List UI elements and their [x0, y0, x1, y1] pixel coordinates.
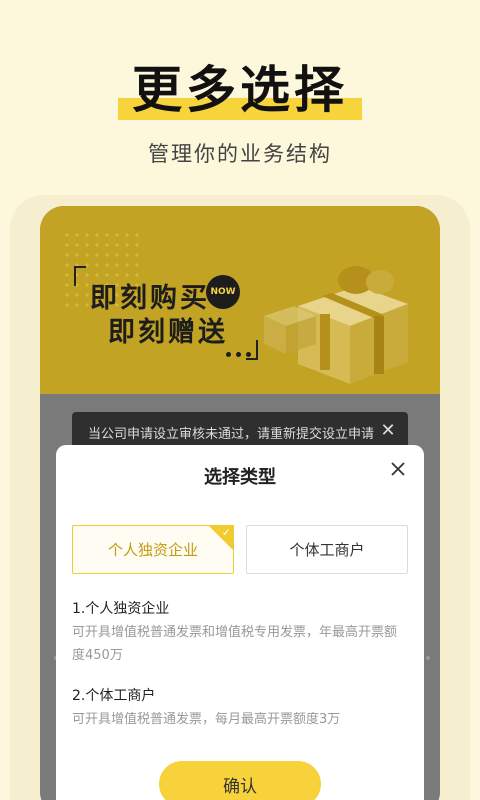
option-sole-proprietorship[interactable]: 个人独资企业 ✓ [72, 525, 234, 574]
close-icon[interactable]: ✕ [378, 421, 398, 441]
confirm-button[interactable]: 确认 [159, 761, 321, 800]
option-label: 个体工商户 [289, 541, 365, 559]
option-label: 个人独资企业 [107, 541, 198, 559]
headline: 更多选择 [118, 50, 362, 122]
close-icon[interactable] [386, 457, 410, 481]
gift-box-icon [264, 266, 408, 384]
decor-dot [426, 656, 430, 660]
toast-message: 当公司申请设立审核未通过，请重新提交设立申请 [88, 426, 375, 442]
desc-text-2: 可开具增值税普通发票，每月最高开票额度3万 [72, 712, 341, 727]
headline-wrap: 更多选择 [0, 50, 480, 122]
bracket-right [246, 340, 258, 360]
now-badge: NOW [206, 275, 240, 309]
select-type-dialog: 选择类型 个人独资企业 ✓ 个体工商户 1.个人独资企业 可开具增值税普通发票和… [56, 445, 424, 800]
desc-title-1: 1.个人独资企业 [72, 601, 170, 617]
promo-banner[interactable]: 即刻购买 NOW 即刻赠送 [40, 206, 440, 394]
subtitle: 管理你的业务结构 [148, 142, 332, 166]
option-individual-business[interactable]: 个体工商户 [246, 525, 408, 574]
check-icon: ✓ [221, 526, 231, 539]
desc-title-2: 2.个体工商户 [72, 688, 156, 704]
bracket-left [74, 266, 86, 286]
banner-line2: 即刻赠送 [108, 317, 228, 348]
carousel-dots [226, 352, 251, 357]
dialog-title: 选择类型 [204, 467, 276, 488]
desc-text-1: 可开具增值税普通发票和增值税专用发票，年最高开票额度450万 [72, 625, 398, 663]
